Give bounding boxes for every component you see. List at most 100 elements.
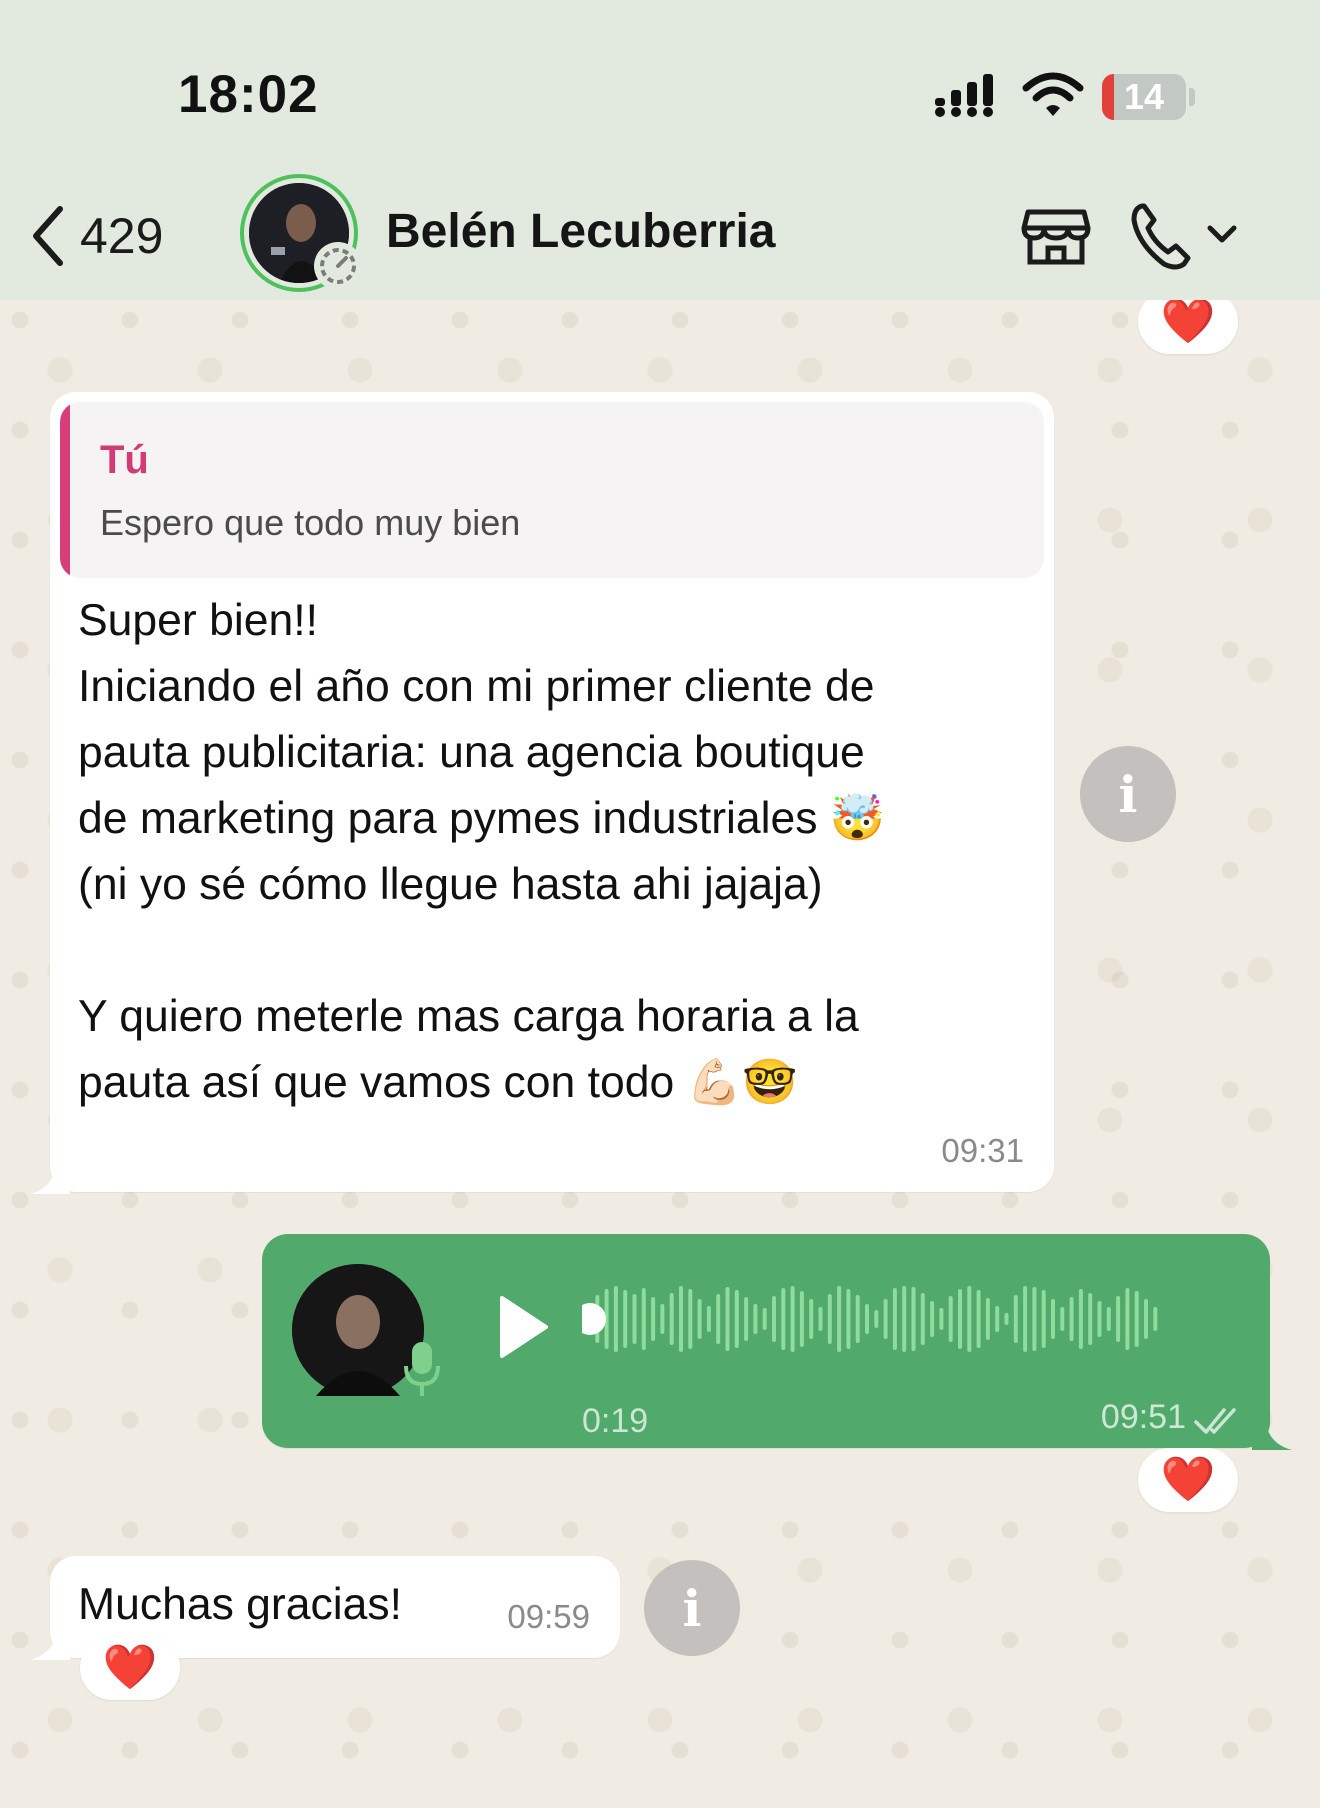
waveform-bar — [651, 1297, 656, 1341]
message-text: Super bien!! Iniciando el año con mi pri… — [78, 596, 886, 1107]
waveform-bar — [1097, 1301, 1102, 1337]
chat-area[interactable]: ❤️ Tú Espero que todo muy bien Super bie… — [0, 300, 1320, 1808]
phone-icon — [1131, 203, 1237, 270]
quote-author: Tú — [100, 438, 149, 482]
microphone-icon — [404, 1342, 440, 1396]
playback-position-handle[interactable] — [582, 1303, 606, 1335]
waveform-bar — [641, 1288, 646, 1350]
waveform-bar — [846, 1289, 851, 1349]
waveform-bar — [679, 1286, 683, 1352]
waveform-bar — [911, 1287, 916, 1351]
message-time: 09:31 — [941, 1132, 1024, 1169]
waveform-bar — [772, 1296, 776, 1342]
quote-accent-bar — [60, 402, 70, 578]
reaction-badge[interactable]: ❤️ — [1138, 1448, 1238, 1512]
battery-body: 14 — [1102, 74, 1186, 120]
heart-reaction: ❤️ — [102, 1643, 158, 1692]
reaction-badge[interactable]: ❤️ — [80, 1636, 180, 1700]
waveform-bar — [892, 1288, 897, 1350]
waveform-bar — [799, 1291, 804, 1347]
waveform-bar — [744, 1297, 749, 1341]
battery-indicator: 14 — [1102, 74, 1195, 120]
wifi-icon — [1022, 72, 1084, 116]
waveform-bar — [1023, 1286, 1028, 1352]
waveform-bar — [1144, 1299, 1148, 1339]
waveform-bar — [706, 1306, 711, 1332]
message-time: 09:51 — [1100, 1398, 1186, 1436]
waveform-bar — [967, 1286, 972, 1352]
cellular-signal-icon — [935, 74, 993, 117]
play-icon[interactable] — [492, 1292, 552, 1362]
waveform-bar — [1013, 1295, 1018, 1343]
waveform-bar — [1004, 1313, 1009, 1325]
waveform-bar — [1153, 1307, 1158, 1331]
waveform-bar — [827, 1294, 832, 1344]
bubble-tail — [30, 1168, 70, 1194]
chevron-left-icon — [33, 206, 63, 266]
back-button[interactable]: 429 — [30, 196, 163, 276]
waveform-bar — [1060, 1307, 1065, 1331]
waveform-bar — [809, 1299, 814, 1339]
voice-waveform[interactable] — [582, 1274, 1162, 1364]
info-button[interactable]: i — [644, 1560, 740, 1656]
waveform-bar — [660, 1304, 665, 1334]
voice-duration: 0:19 — [582, 1402, 649, 1440]
waveform-bar — [762, 1308, 767, 1330]
waveform-bar — [725, 1287, 730, 1351]
waveform-bar — [958, 1289, 962, 1349]
info-icon: i — [1118, 764, 1138, 824]
message-time: 09:59 — [507, 1598, 590, 1635]
chevron-down-icon — [1207, 225, 1237, 243]
battery-cap — [1189, 88, 1195, 106]
waveform-bar — [976, 1290, 981, 1348]
waveform-bar — [669, 1293, 674, 1345]
waveform-bar — [1106, 1307, 1111, 1331]
waveform-bar — [613, 1286, 618, 1352]
status-update-icon — [314, 242, 362, 290]
heart-reaction: ❤️ — [1160, 300, 1216, 346]
waveform-bar — [948, 1296, 953, 1342]
info-icon: i — [682, 1578, 702, 1638]
waveform-bar — [1116, 1296, 1121, 1342]
waveform-bar — [855, 1295, 860, 1343]
quote-text: Espero que todo muy bien — [100, 502, 521, 543]
waveform-bar — [902, 1286, 907, 1352]
waveform-bar — [818, 1307, 823, 1331]
waveform-bar — [1125, 1288, 1130, 1350]
waveform-bar — [920, 1293, 925, 1345]
waveform-bar — [1134, 1291, 1139, 1347]
waveform-bar — [734, 1290, 739, 1348]
waveform-bar — [1051, 1299, 1055, 1339]
top-bar: 18:02 14 429 Belén Lecuberria — [0, 0, 1320, 300]
call-button[interactable] — [1128, 198, 1248, 274]
waveform-bar — [930, 1301, 935, 1337]
quoted-message[interactable]: Tú Espero que todo muy bien — [60, 402, 1044, 578]
waveform-bar — [985, 1298, 990, 1340]
info-button[interactable]: i — [1080, 746, 1176, 842]
message-text: Muchas gracias! — [78, 1580, 402, 1629]
bubble-tail — [30, 1634, 70, 1660]
waveform-bar — [1078, 1289, 1083, 1349]
outgoing-voice-message[interactable]: 0:19 09:51 — [262, 1234, 1270, 1448]
waveform-bar — [865, 1304, 869, 1334]
waveform-bar — [874, 1310, 879, 1328]
waveform-bar — [837, 1286, 842, 1352]
reaction-badge[interactable]: ❤️ — [1138, 300, 1238, 354]
waveform-bar — [1069, 1297, 1074, 1341]
waveform-bar — [790, 1286, 795, 1352]
unread-count: 429 — [80, 208, 164, 264]
waveform-bar — [688, 1289, 693, 1349]
waveform-bar — [716, 1294, 721, 1344]
waveform-bar — [1032, 1287, 1037, 1351]
store-icon[interactable] — [1018, 198, 1094, 274]
bubble-tail — [1252, 1424, 1292, 1450]
heart-reaction: ❤️ — [1160, 1455, 1216, 1504]
waveform-bar — [753, 1304, 758, 1334]
waveform-bar — [632, 1294, 637, 1344]
waveform-bar — [697, 1299, 702, 1339]
status-time: 18:02 — [178, 65, 319, 124]
waveform-bar — [995, 1306, 1000, 1332]
incoming-message[interactable]: Tú Espero que todo muy bien Super bien!!… — [50, 392, 1054, 1192]
waveform-bar — [883, 1299, 888, 1339]
contact-name[interactable]: Belén Lecuberria — [386, 204, 775, 259]
